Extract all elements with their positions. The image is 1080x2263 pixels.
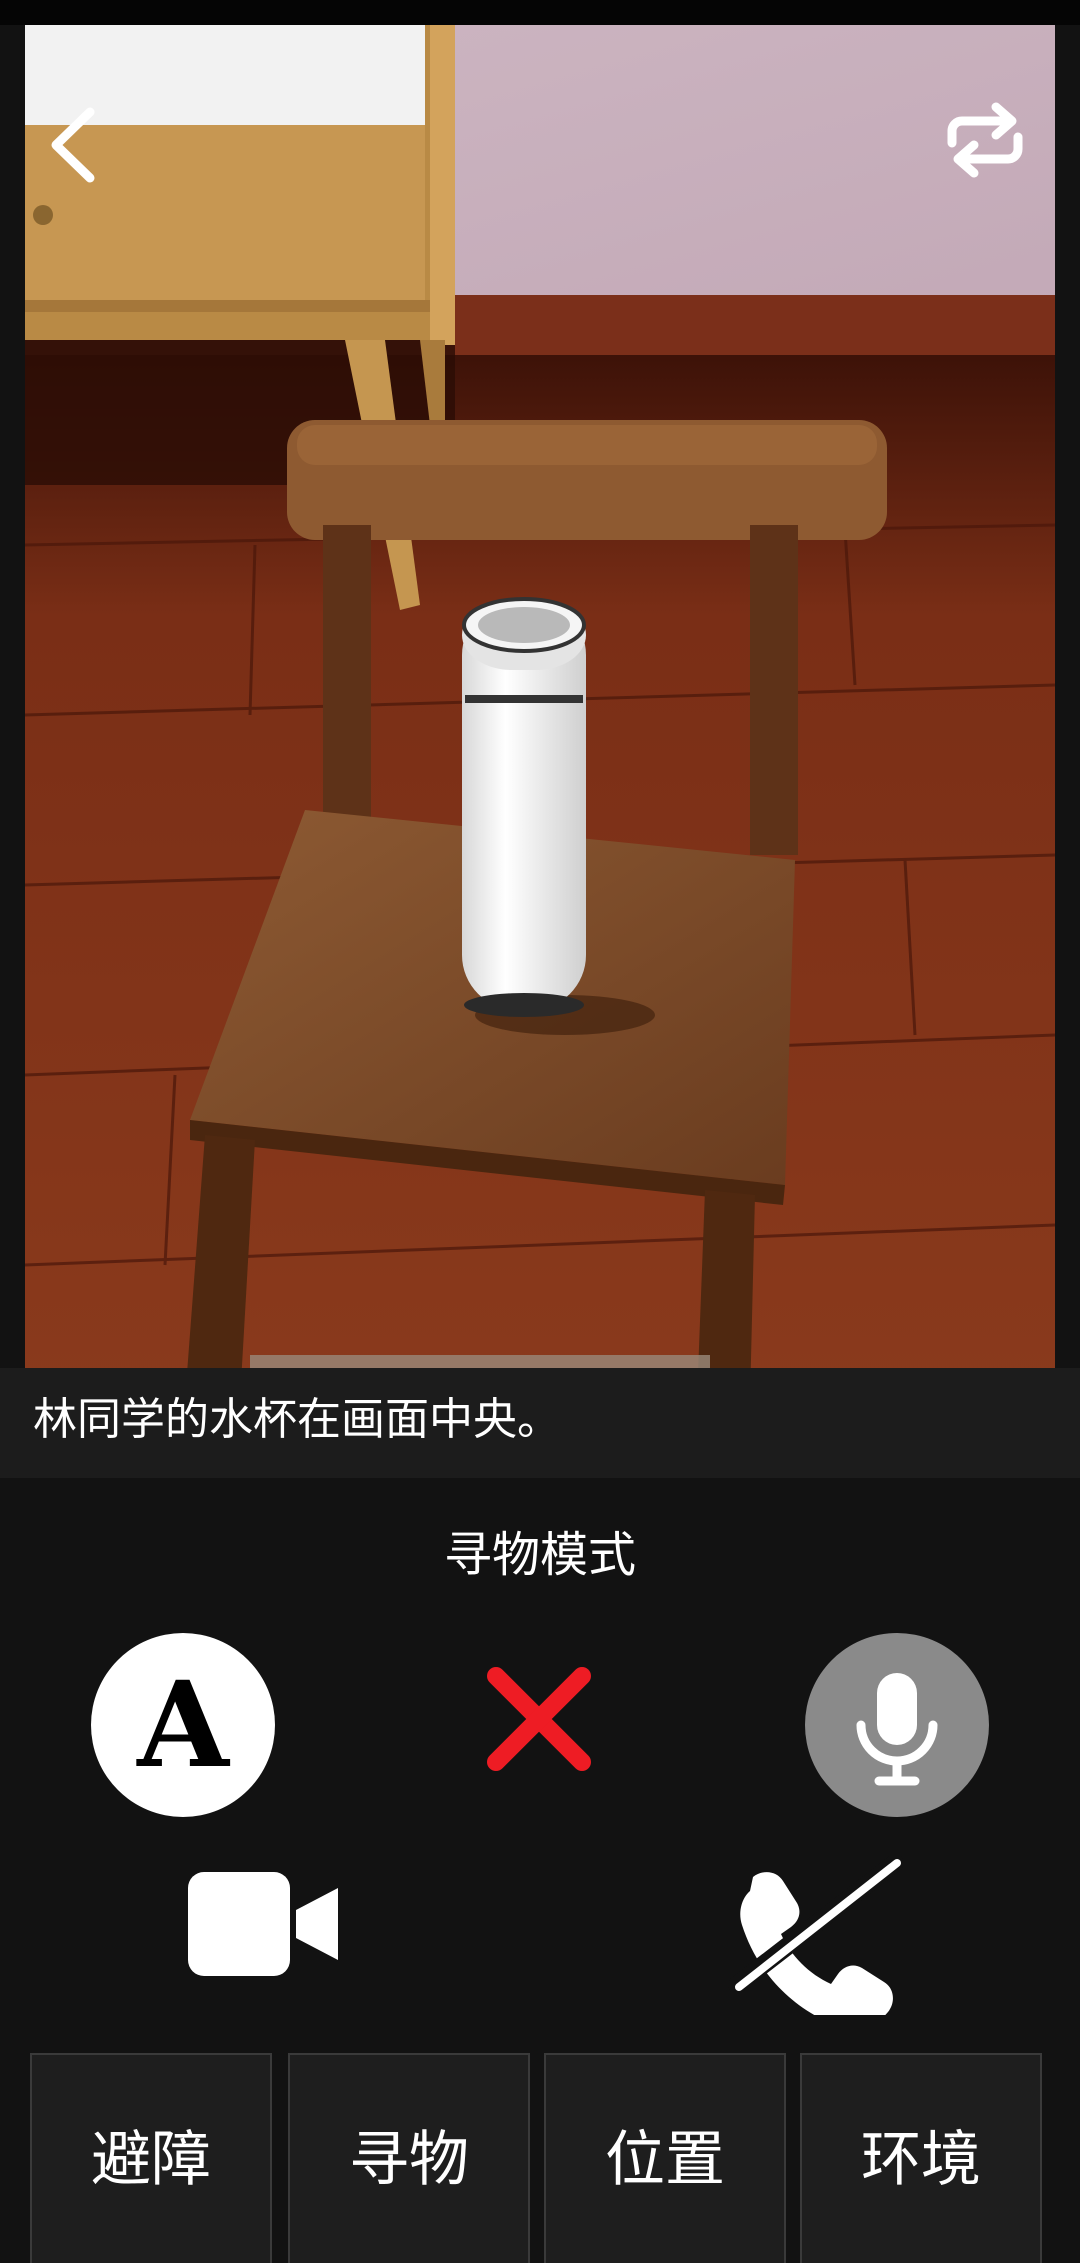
video-camera-icon <box>188 1872 338 1976</box>
microphone-button[interactable] <box>805 1633 989 1817</box>
microphone-icon <box>856 1673 938 1786</box>
hangup-button[interactable] <box>725 1855 915 2015</box>
video-button[interactable] <box>180 1860 350 1990</box>
mode-tab-bar: 避障 寻物 位置 环境 <box>30 2053 1050 2263</box>
font-size-button[interactable]: A <box>91 1633 275 1817</box>
app-screen: 林同学的水杯在画面中央。 寻物模式 A 避障 寻物 位置 环境 <box>0 0 1080 2263</box>
font-size-icon: A <box>137 1655 229 1794</box>
status-bar <box>0 0 1080 25</box>
tab-location[interactable]: 位置 <box>544 2053 786 2263</box>
close-x-icon <box>487 1667 591 1771</box>
chevron-left-icon <box>51 107 95 183</box>
mode-label: 寻物模式 <box>443 1527 636 1583</box>
tab-environment[interactable]: 环境 <box>800 2053 1042 2263</box>
tab-obstacle-avoidance[interactable]: 避障 <box>30 2053 272 2263</box>
camera-switch-icon <box>947 102 1023 178</box>
camera-preview[interactable] <box>25 25 1055 1400</box>
camera-scene <box>25 25 1055 1400</box>
back-button[interactable] <box>40 100 110 190</box>
tab-object-finding[interactable]: 寻物 <box>288 2053 530 2263</box>
close-button[interactable] <box>474 1654 604 1784</box>
phone-off-icon <box>728 1855 904 2015</box>
switch-camera-button[interactable] <box>940 95 1030 185</box>
caption-text: 林同学的水杯在画面中央。 <box>33 1394 561 1445</box>
